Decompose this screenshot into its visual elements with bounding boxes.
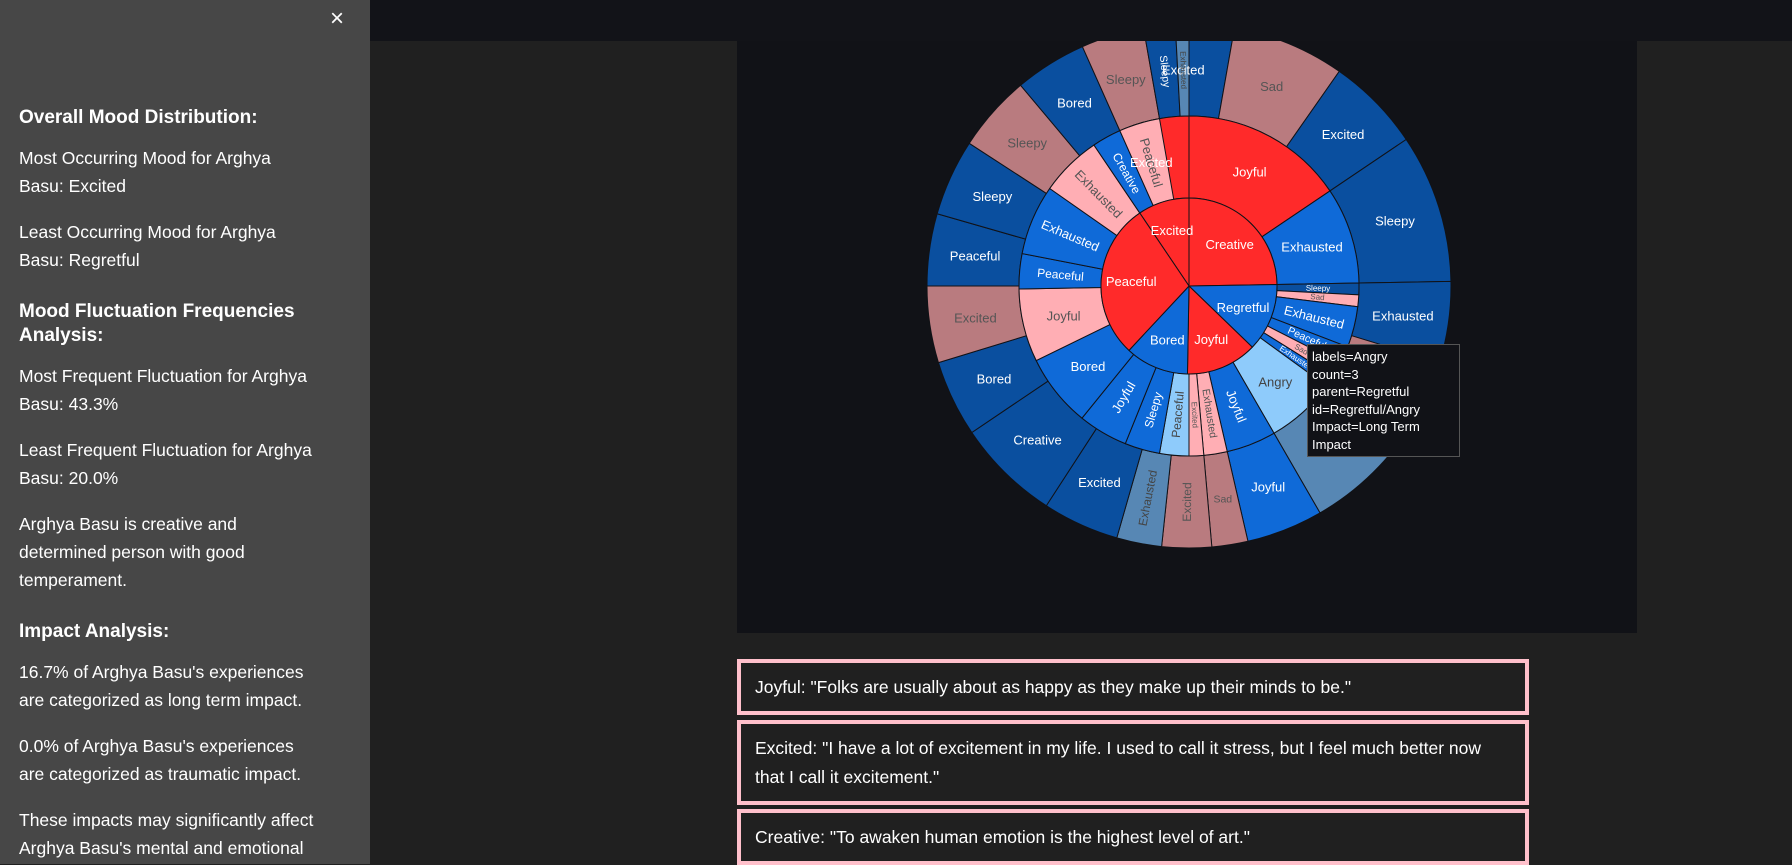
sunburst-outer-label: Sleepy	[1375, 214, 1415, 229]
sidebar: × Overall Mood Distribution: Most Occurr…	[0, 0, 370, 864]
sunburst-inner-label: Joyful	[1194, 332, 1228, 347]
sunburst-middle-label: Angry	[1258, 374, 1292, 389]
quote-text: Creative: "To awaken human emotion is th…	[755, 827, 1250, 847]
personality-summary: Arghya Basu is creative and determined p…	[19, 514, 245, 590]
sunburst-inner-label: Excited	[1151, 223, 1194, 238]
sunburst-inner-label: Regretful	[1217, 300, 1270, 315]
tooltip-line-impact: Impact=Long Term Impact	[1312, 419, 1420, 452]
tooltip-line-count: count=3	[1312, 366, 1359, 382]
sunburst-outer-label: Excited	[1078, 475, 1121, 490]
sunburst-outer-label: Excited	[1322, 127, 1365, 142]
sunburst-outer-label: Bored	[977, 372, 1012, 387]
sunburst-inner-label: Peaceful	[1106, 274, 1157, 289]
sunburst-inner-label: Creative	[1205, 237, 1253, 252]
close-icon: ×	[329, 5, 344, 32]
sunburst-outer-label: Excited	[954, 310, 997, 325]
sunburst-inner-label: Bored	[1150, 332, 1185, 347]
tooltip-line-labels: labels=Angry	[1312, 349, 1388, 364]
traumatic-impact-text: 0.0% of Arghya Basu's experiences are ca…	[19, 736, 302, 784]
sunburst-outer-label: Peaceful	[950, 248, 1001, 263]
sunburst-outer-label: Sleepy	[1106, 72, 1146, 87]
sunburst-outer-label: Excited	[1180, 482, 1194, 521]
sunburst-middle-label: Sad	[1310, 292, 1325, 302]
most-frequent-fluctuation: Most Frequent Fluctuation for Arghya Bas…	[19, 366, 307, 414]
impact-effect-text: These impacts may significantly affect A…	[19, 810, 314, 858]
sunburst-outer-label: Bored	[1057, 95, 1092, 110]
sunburst-outer-label: Sleepy	[1007, 135, 1047, 150]
tooltip-line-parent: parent=Regretful	[1312, 384, 1410, 399]
sunburst-middle-label: Sleepy	[1306, 284, 1331, 293]
quote-text: Joyful: "Folks are usually about as happ…	[755, 677, 1352, 697]
quote-text: Excited: "I have a lot of excitement in …	[755, 738, 1481, 787]
long-term-impact-text: 16.7% of Arghya Basu's experiences are c…	[19, 662, 304, 710]
sunburst-outer-label: Exhausted	[1178, 51, 1188, 89]
sunburst-outer-label: Sleepy	[973, 189, 1013, 204]
overall-mood-heading: Overall Mood Distribution:	[19, 107, 258, 128]
impact-heading: Impact Analysis:	[19, 621, 170, 642]
sunburst-middle-label: Excited	[1190, 402, 1200, 429]
close-sidebar-button[interactable]: ×	[324, 6, 350, 32]
top-header-bar	[370, 0, 1792, 41]
sunburst-middle-label: Joyful	[1047, 309, 1081, 324]
most-occurring-mood: Most Occurring Mood for Arghya Basu: Exc…	[19, 148, 271, 196]
sunburst-chart-panel: Excited Sad Excited Sleepy Exhausted Sad Joyfu…	[737, 41, 1637, 633]
least-frequent-fluctuation: Least Frequent Fluctuation for Arghya Ba…	[19, 440, 312, 488]
quote-box-excited: Excited: "I have a lot of excitement in …	[737, 720, 1529, 805]
chart-tooltip: labels=Angry count=3 parent=Regretful id…	[1307, 344, 1460, 457]
sunburst-middle-label: Bored	[1071, 359, 1106, 374]
quote-box-joyful: Joyful: "Folks are usually about as happ…	[737, 659, 1529, 715]
sunburst-outer-label: Joyful	[1251, 480, 1285, 495]
sunburst-chart[interactable]: Excited Sad Excited Sleepy Exhausted Sad Joyfu…	[737, 41, 1637, 633]
fluctuation-heading: Mood Fluctuation Frequencies Analysis:	[19, 301, 295, 346]
least-occurring-mood: Least Occurring Mood for Arghya Basu: Re…	[19, 222, 276, 270]
sunburst-outer-label: Sad	[1213, 493, 1232, 505]
sunburst-middle-label: Exhausted	[1281, 240, 1342, 255]
sunburst-outer-label: Exhausted	[1372, 309, 1433, 324]
sidebar-content: Overall Mood Distribution: Most Occurrin…	[19, 106, 319, 864]
sunburst-outer-label: Creative	[1013, 433, 1061, 448]
sunburst-outer-label: Sad	[1260, 79, 1283, 94]
tooltip-line-id: id=Regretful/Angry	[1312, 401, 1421, 417]
quote-box-creative: Creative: "To awaken human emotion is th…	[737, 809, 1529, 865]
sunburst-middle-label: Joyful	[1233, 165, 1267, 180]
